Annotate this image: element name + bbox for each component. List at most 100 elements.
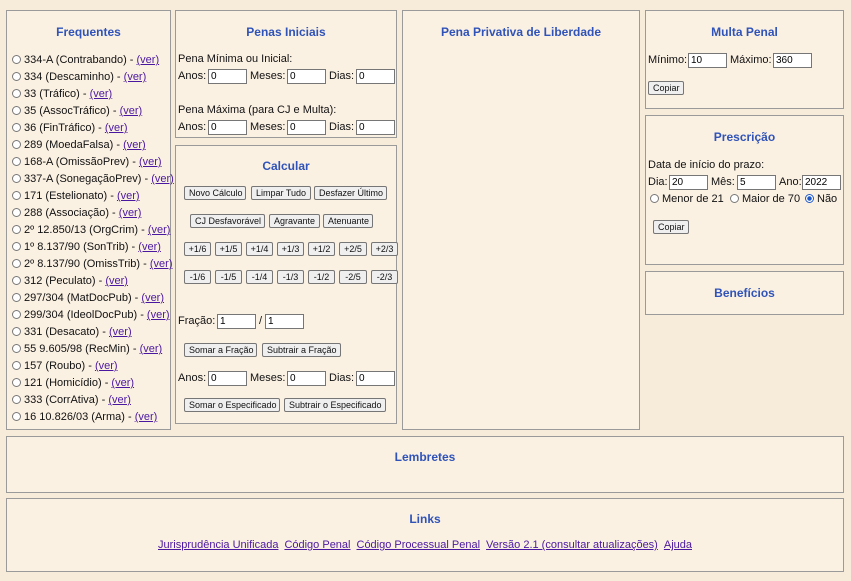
subtract-fraction-button[interactable]: -1/4 bbox=[246, 270, 273, 284]
frequentes-radio[interactable] bbox=[12, 361, 21, 370]
multa-copiar-button[interactable]: Copiar bbox=[648, 81, 684, 95]
calc-anos-input[interactable] bbox=[208, 371, 247, 386]
frequentes-item[interactable]: 171 (Estelionato) - (ver) bbox=[12, 190, 140, 202]
ver-link[interactable]: (ver) bbox=[150, 258, 173, 270]
somar-fracao-button[interactable]: Somar a Fração bbox=[184, 343, 257, 357]
atenuante-button[interactable]: Atenuante bbox=[323, 214, 373, 228]
frequentes-item[interactable]: 337-A (SonegaçãoPrev) - (ver) bbox=[12, 173, 174, 185]
frequentes-radio[interactable] bbox=[12, 174, 21, 183]
frequentes-radio[interactable] bbox=[12, 208, 21, 217]
radio-maior-70[interactable] bbox=[730, 194, 739, 203]
add-fraction-button[interactable]: +1/2 bbox=[308, 242, 335, 256]
subtrair-especificado-button[interactable]: Subtrair o Especificado bbox=[284, 398, 386, 412]
frequentes-radio[interactable] bbox=[12, 106, 21, 115]
frequentes-radio[interactable] bbox=[12, 191, 21, 200]
frequentes-radio[interactable] bbox=[12, 123, 21, 132]
frequentes-radio[interactable] bbox=[12, 72, 21, 81]
prescricao-copiar-button[interactable]: Copiar bbox=[653, 220, 689, 234]
add-fraction-button[interactable]: +1/4 bbox=[246, 242, 273, 256]
frequentes-item[interactable]: 334-A (Contrabando) - (ver) bbox=[12, 54, 159, 66]
frequentes-item[interactable]: 289 (MoedaFalsa) - (ver) bbox=[12, 139, 146, 151]
frequentes-item[interactable]: 157 (Roubo) - (ver) bbox=[12, 360, 118, 372]
ver-link[interactable]: (ver) bbox=[148, 224, 171, 236]
min-anos-input[interactable] bbox=[208, 69, 247, 84]
ver-link[interactable]: (ver) bbox=[151, 173, 174, 185]
frequentes-radio[interactable] bbox=[12, 225, 21, 234]
footer-link[interactable]: Ajuda bbox=[664, 539, 692, 551]
opt-nao[interactable]: Não bbox=[805, 193, 837, 205]
novo-calculo-button[interactable]: Novo Cálculo bbox=[184, 186, 246, 200]
frequentes-item[interactable]: 334 (Descaminho) - (ver) bbox=[12, 71, 146, 83]
frequentes-radio[interactable] bbox=[12, 276, 21, 285]
frequentes-item[interactable]: 299/304 (IdeolDocPub) - (ver) bbox=[12, 309, 170, 321]
ver-link[interactable]: (ver) bbox=[108, 394, 131, 406]
subtract-fraction-button[interactable]: -2/3 bbox=[371, 270, 398, 284]
fracao-denominador-input[interactable] bbox=[265, 314, 304, 329]
multa-maximo-input[interactable] bbox=[773, 53, 812, 68]
prescricao-mes-input[interactable] bbox=[737, 175, 776, 190]
ver-link[interactable]: (ver) bbox=[120, 105, 143, 117]
agravante-button[interactable]: Agravante bbox=[269, 214, 320, 228]
ver-link[interactable]: (ver) bbox=[90, 88, 113, 100]
desfazer-ultimo-button[interactable]: Desfazer Último bbox=[314, 186, 387, 200]
calc-meses-input[interactable] bbox=[287, 371, 326, 386]
subtract-fraction-button[interactable]: -1/6 bbox=[184, 270, 211, 284]
ver-link[interactable]: (ver) bbox=[117, 190, 140, 202]
ver-link[interactable]: (ver) bbox=[109, 326, 132, 338]
frequentes-item[interactable]: 35 (AssocTráfico) - (ver) bbox=[12, 105, 142, 117]
frequentes-radio[interactable] bbox=[12, 242, 21, 251]
frequentes-radio[interactable] bbox=[12, 157, 21, 166]
footer-link[interactable]: Código Penal bbox=[284, 539, 350, 551]
frequentes-radio[interactable] bbox=[12, 259, 21, 268]
max-meses-input[interactable] bbox=[287, 120, 326, 135]
add-fraction-button[interactable]: +1/3 bbox=[277, 242, 304, 256]
frequentes-item[interactable]: 2º 8.137/90 (OmissTrib) - (ver) bbox=[12, 258, 172, 270]
ver-link[interactable]: (ver) bbox=[105, 275, 128, 287]
frequentes-radio[interactable] bbox=[12, 327, 21, 336]
cj-desfavoravel-button[interactable]: CJ Desfavorável bbox=[190, 214, 265, 228]
ver-link[interactable]: (ver) bbox=[137, 54, 160, 66]
frequentes-item[interactable]: 297/304 (MatDocPub) - (ver) bbox=[12, 292, 164, 304]
add-fraction-button[interactable]: +2/3 bbox=[371, 242, 398, 256]
frequentes-item[interactable]: 312 (Peculato) - (ver) bbox=[12, 275, 128, 287]
ver-link[interactable]: (ver) bbox=[147, 309, 170, 321]
ver-link[interactable]: (ver) bbox=[123, 139, 146, 151]
ver-link[interactable]: (ver) bbox=[111, 377, 134, 389]
max-dias-input[interactable] bbox=[356, 120, 395, 135]
frequentes-item[interactable]: 168-A (OmissãoPrev) - (ver) bbox=[12, 156, 162, 168]
frequentes-item[interactable]: 333 (CorrAtiva) - (ver) bbox=[12, 394, 131, 406]
frequentes-radio[interactable] bbox=[12, 378, 21, 387]
radio-nao[interactable] bbox=[805, 194, 814, 203]
frequentes-radio[interactable] bbox=[12, 310, 21, 319]
limpar-tudo-button[interactable]: Limpar Tudo bbox=[251, 186, 311, 200]
radio-menor-21[interactable] bbox=[650, 194, 659, 203]
subtrair-fracao-button[interactable]: Subtrair a Fração bbox=[262, 343, 341, 357]
subtract-fraction-button[interactable]: -2/5 bbox=[339, 270, 367, 284]
frequentes-radio[interactable] bbox=[12, 395, 21, 404]
min-dias-input[interactable] bbox=[356, 69, 395, 84]
footer-link[interactable]: Jurisprudência Unificada bbox=[158, 539, 278, 551]
ver-link[interactable]: (ver) bbox=[138, 241, 161, 253]
ver-link[interactable]: (ver) bbox=[141, 292, 164, 304]
prescricao-ano-input[interactable] bbox=[802, 175, 841, 190]
ver-link[interactable]: (ver) bbox=[140, 343, 163, 355]
ver-link[interactable]: (ver) bbox=[95, 360, 118, 372]
ver-link[interactable]: (ver) bbox=[139, 156, 162, 168]
multa-minimo-input[interactable] bbox=[688, 53, 727, 68]
add-fraction-button[interactable]: +2/5 bbox=[339, 242, 367, 256]
max-anos-input[interactable] bbox=[208, 120, 247, 135]
frequentes-radio[interactable] bbox=[12, 412, 21, 421]
opt-menor-21[interactable]: Menor de 21 bbox=[650, 193, 724, 205]
frequentes-radio[interactable] bbox=[12, 293, 21, 302]
frequentes-item[interactable]: 288 (Associação) - (ver) bbox=[12, 207, 141, 219]
ver-link[interactable]: (ver) bbox=[105, 122, 128, 134]
ver-link[interactable]: (ver) bbox=[124, 71, 147, 83]
opt-maior-70[interactable]: Maior de 70 bbox=[730, 193, 800, 205]
frequentes-radio[interactable] bbox=[12, 344, 21, 353]
subtract-fraction-button[interactable]: -1/5 bbox=[215, 270, 242, 284]
somar-especificado-button[interactable]: Somar o Especificado bbox=[184, 398, 280, 412]
add-fraction-button[interactable]: +1/5 bbox=[215, 242, 242, 256]
prescricao-dia-input[interactable] bbox=[669, 175, 708, 190]
footer-link[interactable]: Código Processual Penal bbox=[357, 539, 481, 551]
frequentes-item[interactable]: 55 9.605/98 (RecMin) - (ver) bbox=[12, 343, 162, 355]
